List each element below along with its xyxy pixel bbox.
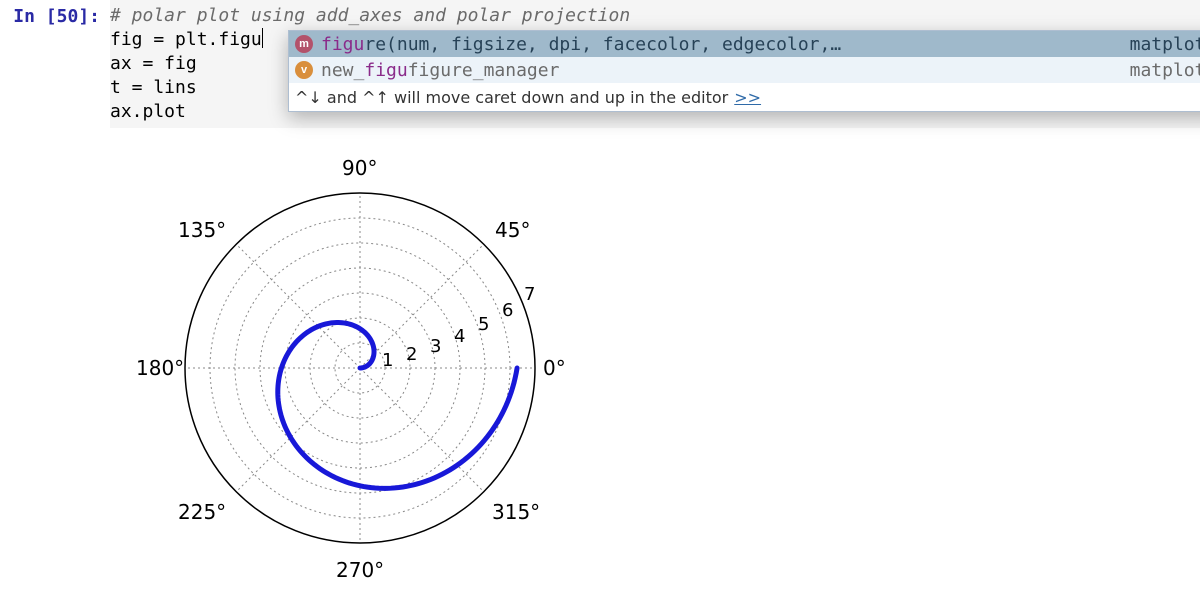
autocomplete-hint-link[interactable]: >>	[734, 88, 761, 107]
code-line-1[interactable]: # polar plot using add_axes and polar pr…	[110, 4, 1200, 28]
radial-label-4: 4	[454, 326, 465, 347]
variable-icon	[295, 61, 313, 79]
prompt-column: In [50]:	[0, 0, 110, 128]
code-input-area[interactable]: # polar plot using add_axes and polar pr…	[110, 0, 1200, 128]
radial-label-6: 6	[502, 300, 513, 321]
radial-label-5: 5	[478, 314, 489, 335]
radial-label-3: 3	[430, 336, 441, 357]
polar-chart: 0° 45° 90° 135° 180° 225° 270° 315° 1 2 …	[130, 138, 590, 598]
angle-label-180: 180°	[136, 356, 184, 380]
angle-label-90: 90°	[342, 156, 377, 180]
polar-chart-svg	[130, 138, 590, 598]
autocomplete-item-new-figure-manager[interactable]: new_figufigure_manager matplotlib.pyplo	[289, 57, 1200, 83]
text-cursor	[262, 28, 263, 48]
autocomplete-item-figure[interactable]: figure(num, figsize, dpi, facecolor, edg…	[289, 31, 1200, 57]
radial-label-2: 2	[406, 344, 417, 365]
output-area: 0° 45° 90° 135° 180° 225° 270° 315° 1 2 …	[110, 128, 1200, 598]
angle-label-270: 270°	[336, 558, 384, 582]
angle-label-315: 315°	[492, 500, 540, 524]
radial-label-1: 1	[382, 350, 393, 371]
angle-label-0: 0°	[543, 356, 566, 380]
autocomplete-popup[interactable]: figure(num, figsize, dpi, facecolor, edg…	[288, 30, 1200, 112]
angle-label-135: 135°	[178, 218, 226, 242]
radial-label-7: 7	[524, 284, 535, 305]
method-icon	[295, 35, 313, 53]
autocomplete-hint: ^↓ and ^↑ will move caret down and up in…	[289, 83, 1200, 111]
input-prompt: In [50]:	[13, 6, 100, 27]
angle-label-225: 225°	[178, 500, 226, 524]
notebook-cell: In [50]: # polar plot using add_axes and…	[0, 0, 1200, 128]
angle-label-45: 45°	[495, 218, 530, 242]
